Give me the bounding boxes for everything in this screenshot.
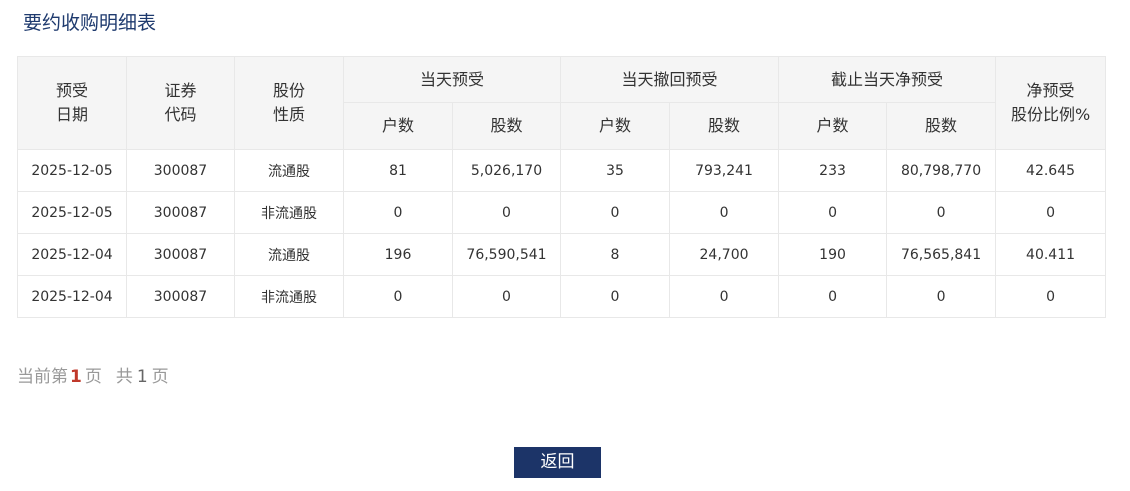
table-row: 2025-12-04 300087 非流通股 0 0 0 0 0 0 0	[17, 275, 1107, 318]
header-today-accept: 当天预受	[342, 56, 562, 103]
page-title: 要约收购明细表	[23, 12, 157, 34]
cell-accept-households: 81	[343, 149, 453, 192]
cell-date: 2025-12-04	[17, 233, 127, 276]
cell-nature: 流通股	[234, 233, 344, 276]
table-row: 2025-12-05 300087 流通股 81 5,026,170 35 793,241 2…	[17, 149, 1107, 192]
cell-net-shares: 0	[886, 191, 997, 234]
cell-date: 2025-12-05	[17, 191, 127, 234]
header-date: 预受 日期	[17, 56, 127, 150]
cell-nature: 流通股	[234, 149, 344, 192]
cell-withdraw-households: 35	[560, 149, 671, 192]
cell-net-ratio: 0	[995, 275, 1107, 318]
pager-prefix: 当前第	[17, 367, 68, 387]
cell-withdraw-households: 0	[560, 275, 671, 318]
table-row: 2025-12-05 300087 非流通股 0 0 0 0 0 0 0	[17, 191, 1107, 234]
cell-date: 2025-12-04	[17, 275, 127, 318]
cell-net-households: 190	[778, 233, 888, 276]
cell-net-households: 0	[778, 275, 888, 318]
header-shares: 股数	[669, 102, 780, 150]
cell-accept-shares: 0	[451, 191, 562, 234]
cell-withdraw-households: 8	[560, 233, 671, 276]
cell-withdraw-shares: 0	[669, 275, 780, 318]
cell-code: 300087	[126, 191, 235, 234]
cell-accept-shares: 76,590,541	[451, 233, 562, 276]
cell-nature: 非流通股	[234, 275, 344, 318]
cell-nature: 非流通股	[234, 191, 344, 234]
cell-accept-households: 0	[343, 275, 453, 318]
cell-net-ratio: 42.645	[995, 149, 1107, 192]
cell-withdraw-shares: 793,241	[669, 149, 780, 192]
cell-accept-shares: 5,026,170	[451, 149, 562, 192]
cell-date: 2025-12-05	[17, 149, 127, 192]
offer-detail-table: 预受 日期 证券 代码 股份 性质 当天预受 当天撤回预受 截止当天净预受 净预受 股份…	[17, 56, 1107, 318]
cell-net-households: 233	[778, 149, 888, 192]
header-households: 户数	[560, 102, 671, 150]
pager-page-unit: 页	[84, 367, 102, 387]
table-header-row-top: 预受 日期 证券 代码 股份 性质 当天预受 当天撤回预受 截止当天净预受 净预受 股份…	[17, 56, 1107, 150]
cell-net-ratio: 40.411	[995, 233, 1107, 276]
header-code: 证券 代码	[126, 56, 235, 150]
cell-withdraw-shares: 24,700	[669, 233, 780, 276]
header-today-withdraw: 当天撤回预受	[560, 56, 780, 103]
cell-net-shares: 80,798,770	[886, 149, 997, 192]
pager-total-unit: 页	[151, 367, 169, 387]
pager-total-prefix: 共	[115, 367, 133, 387]
pager-current-page: 1	[70, 367, 82, 387]
table-body: 2025-12-05 300087 流通股 81 5,026,170 35 793,241 2…	[17, 149, 1107, 318]
cell-net-ratio: 0	[995, 191, 1107, 234]
pager-total-pages: 1	[136, 367, 148, 387]
cell-withdraw-shares: 0	[669, 191, 780, 234]
cell-code: 300087	[126, 149, 235, 192]
header-shares: 股数	[886, 102, 997, 150]
table-row: 2025-12-04 300087 流通股 196 76,590,541 8 24,700 1…	[17, 233, 1107, 276]
header-net-ratio: 净预受 股份比例%	[995, 56, 1107, 150]
cell-net-shares: 76,565,841	[886, 233, 997, 276]
header-households: 户数	[343, 102, 453, 150]
cell-withdraw-households: 0	[560, 191, 671, 234]
header-shares: 股数	[451, 102, 562, 150]
cell-accept-shares: 0	[451, 275, 562, 318]
cell-code: 300087	[126, 275, 235, 318]
cell-accept-households: 0	[343, 191, 453, 234]
pagination-info: 当前第 1 页共 1 页	[17, 365, 169, 389]
header-cumulative-net: 截止当天净预受	[778, 56, 997, 103]
cell-accept-households: 196	[343, 233, 453, 276]
cell-code: 300087	[126, 233, 235, 276]
header-nature: 股份 性质	[234, 56, 344, 150]
cell-net-households: 0	[778, 191, 888, 234]
cell-net-shares: 0	[886, 275, 997, 318]
back-button[interactable]: 返回	[514, 447, 601, 478]
header-households: 户数	[778, 102, 888, 150]
